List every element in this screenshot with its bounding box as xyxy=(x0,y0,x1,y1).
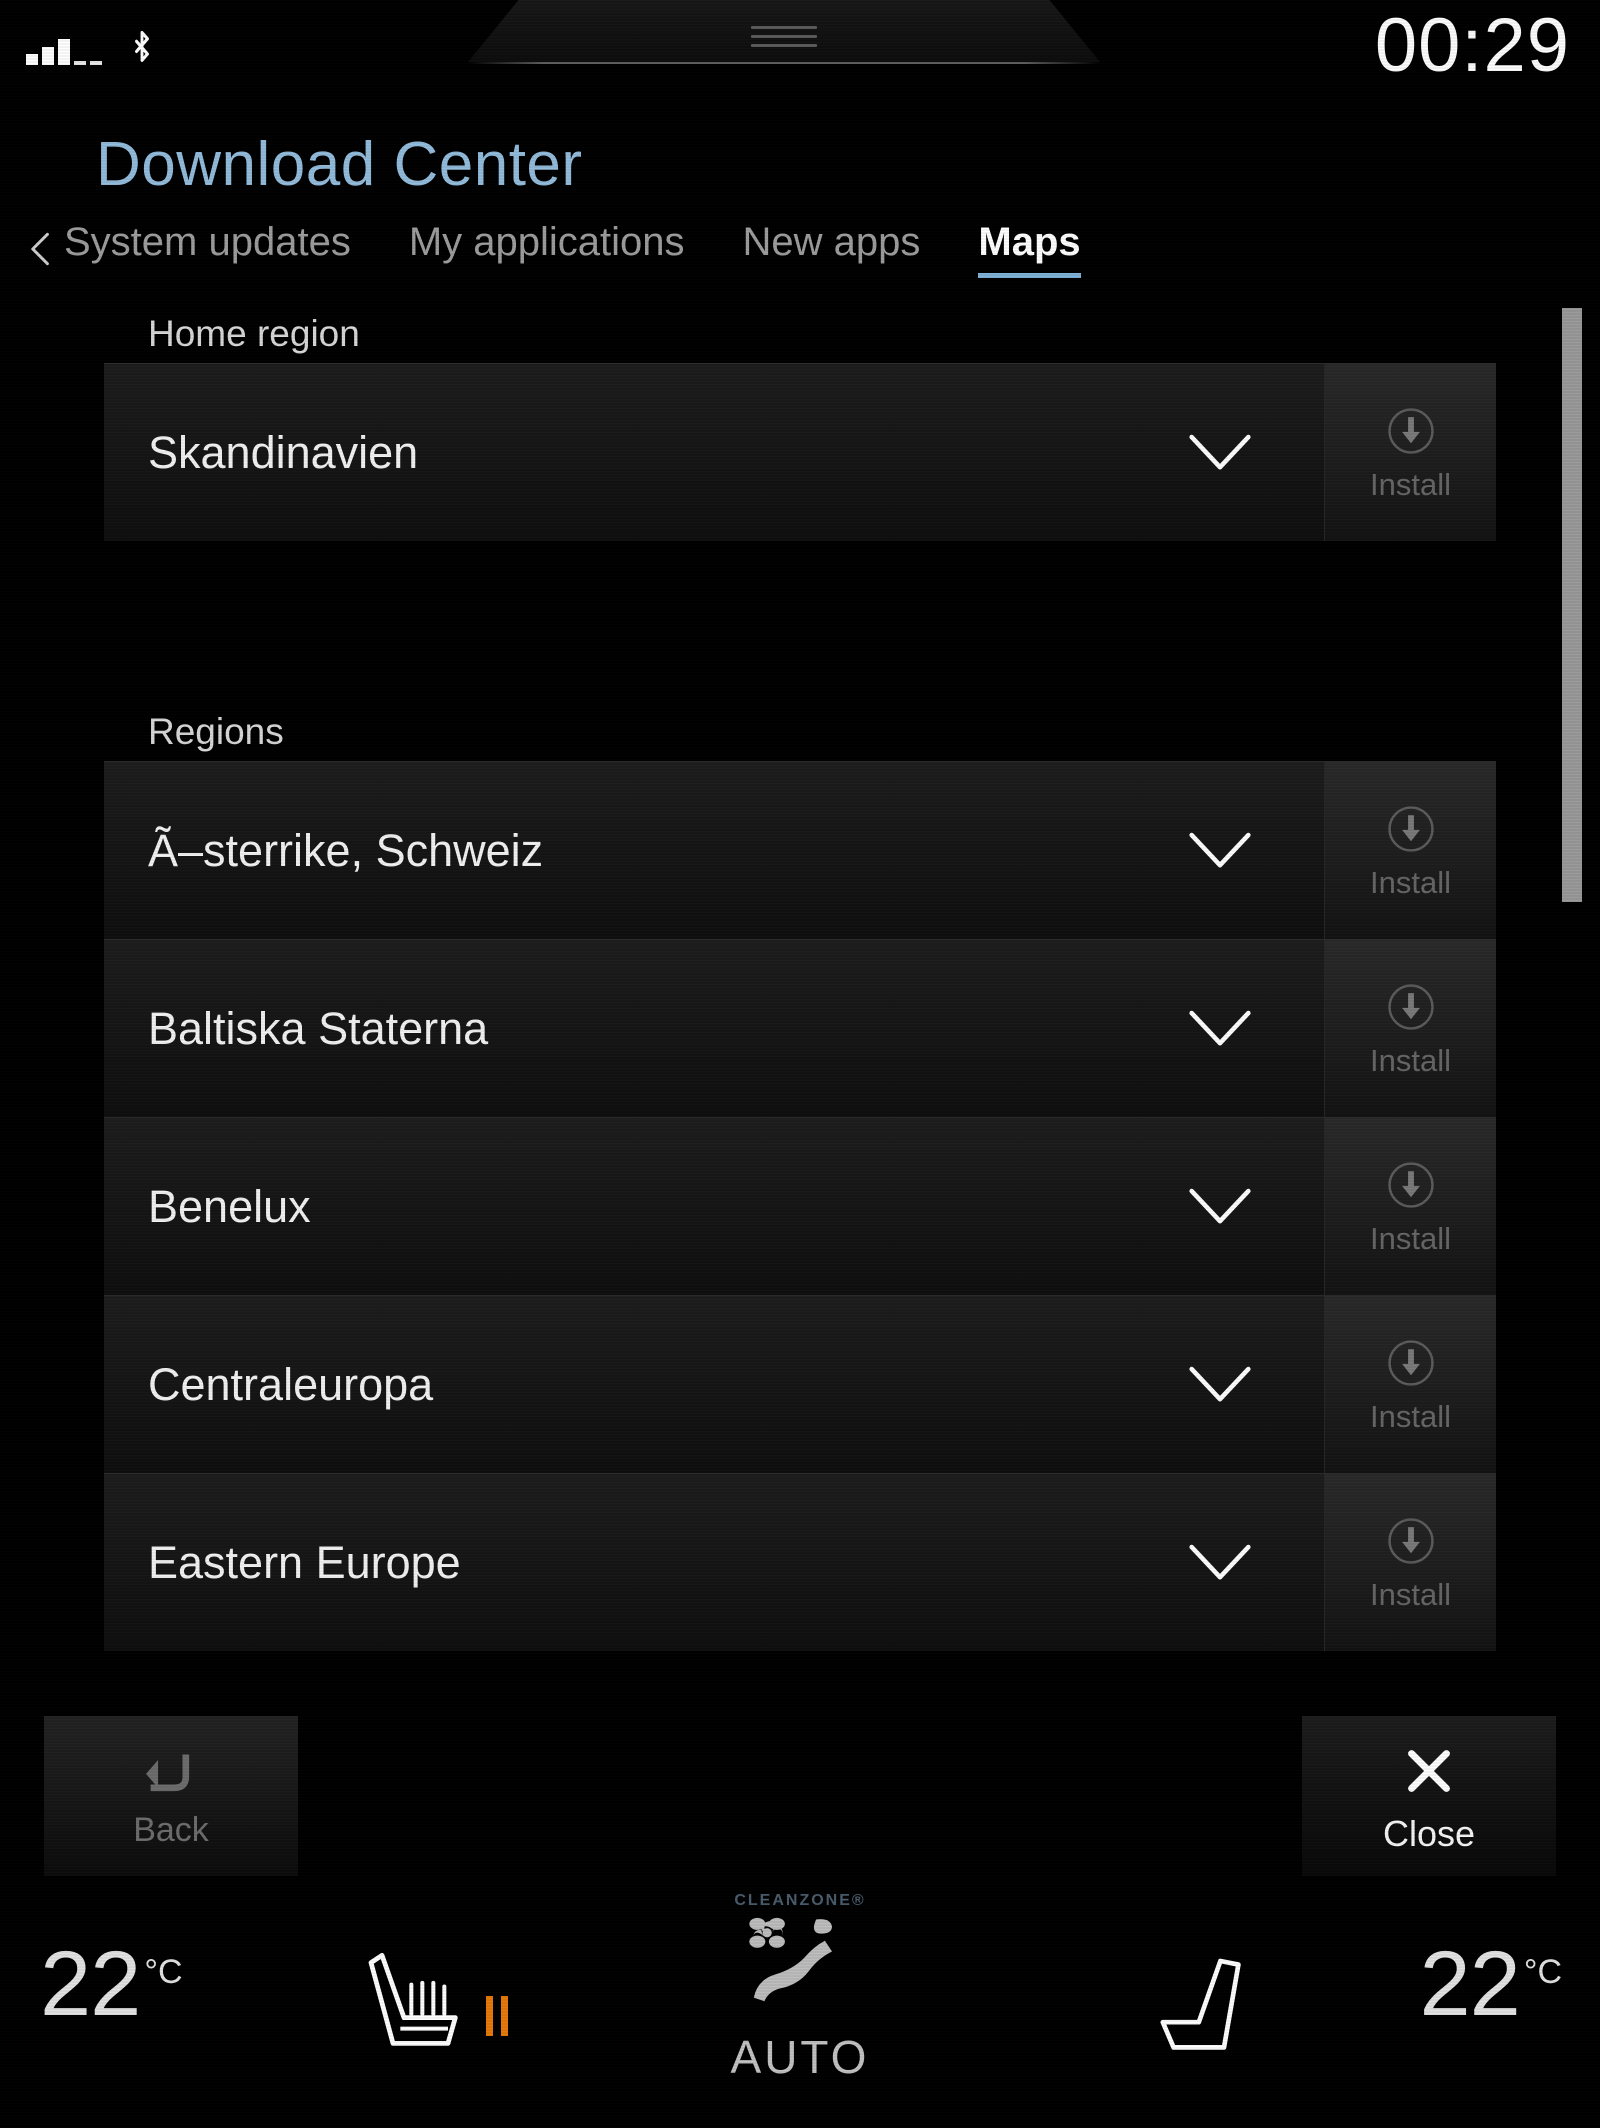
tab-my-applications[interactable]: My applications xyxy=(409,220,685,272)
right-temperature-value: 22 xyxy=(1419,1933,1521,2035)
cleanzone-brand-label: CLEANZONE® xyxy=(734,1892,866,1909)
return-arrow-icon xyxy=(146,1754,190,1792)
pulldown-handle-icon[interactable] xyxy=(468,0,1100,62)
close-button-label: Close xyxy=(1382,1813,1476,1854)
install-label: Install xyxy=(1370,467,1451,502)
chevron-down-icon[interactable] xyxy=(1184,828,1256,874)
tab-maps[interactable]: Maps xyxy=(978,220,1081,278)
tab-new-apps[interactable]: New apps xyxy=(743,220,921,272)
chevron-down-icon[interactable] xyxy=(1184,1184,1256,1230)
scrollbar-track[interactable] xyxy=(1562,300,1582,1692)
download-circle-icon xyxy=(1387,408,1434,454)
pulldown-underline xyxy=(468,62,1100,64)
region-name: Benelux xyxy=(148,1180,311,1232)
right-seat-control[interactable] xyxy=(1152,1950,1260,2067)
page-title: Download Center xyxy=(96,130,583,199)
section-label-home-region: Home region xyxy=(148,313,360,354)
maps-region-list: Home region Skandinavien Install Regions… xyxy=(0,300,1600,1692)
bluetooth-icon xyxy=(128,21,156,65)
clock: 00:29 xyxy=(1374,3,1570,88)
scrollbar-thumb[interactable] xyxy=(1562,308,1582,902)
install-label: Install xyxy=(1370,1399,1451,1434)
chevron-down-icon[interactable] xyxy=(1184,430,1256,476)
tab-system-updates[interactable]: System updates xyxy=(64,220,351,272)
install-button[interactable]: Install xyxy=(1324,364,1496,541)
chevron-down-icon[interactable] xyxy=(1184,1362,1256,1408)
close-x-icon xyxy=(1408,1750,1450,1792)
right-temperature[interactable]: 22 °C xyxy=(1420,1938,1563,2030)
seat-icon xyxy=(1160,1958,1241,2050)
heated-seat-icon xyxy=(368,1952,458,2046)
chevron-down-icon[interactable] xyxy=(1184,1540,1256,1586)
region-name: Baltiska Staterna xyxy=(148,1002,489,1054)
install-button[interactable]: Install xyxy=(1324,1296,1496,1473)
install-button[interactable]: Install xyxy=(1324,940,1496,1117)
signal-bars-icon xyxy=(26,35,102,65)
chevron-left-icon[interactable] xyxy=(18,226,64,272)
left-temperature-value: 22 xyxy=(40,1933,141,2035)
install-label: Install xyxy=(1370,1221,1451,1256)
install-button[interactable]: Install xyxy=(1324,1118,1496,1295)
region-row-skandinavien[interactable]: Skandinavien Install xyxy=(104,363,1496,541)
install-button[interactable]: Install xyxy=(1324,762,1496,939)
download-circle-icon xyxy=(1387,1518,1434,1564)
left-temperature[interactable]: 22 °C xyxy=(40,1938,183,2030)
region-name: Skandinavien xyxy=(148,426,419,478)
region-row-benelux[interactable]: Benelux Install xyxy=(104,1117,1496,1295)
region-row-osterrike-schweiz[interactable]: Ã–sterrike, Schweiz Install xyxy=(104,761,1496,939)
region-row-centraleuropa[interactable]: Centraleuropa Install xyxy=(104,1295,1496,1473)
climate-bar: 22 °C CLEANZONE® AUTO 22 °C xyxy=(0,1892,1600,2128)
bottom-navigation-bar: Back Close xyxy=(0,1692,1600,1892)
install-label: Install xyxy=(1370,865,1451,900)
chevron-down-icon[interactable] xyxy=(1184,1006,1256,1052)
download-circle-icon xyxy=(1387,984,1434,1030)
install-label: Install xyxy=(1370,1577,1451,1612)
cleanzone-climate-control[interactable]: CLEANZONE® AUTO xyxy=(670,1892,930,2080)
download-circle-icon xyxy=(1387,1340,1434,1386)
close-button[interactable]: Close xyxy=(1302,1716,1556,1876)
page-header: Download Center System updates My applic… xyxy=(0,118,1600,300)
back-button-label: Back xyxy=(133,1811,209,1849)
left-heated-seat-control[interactable] xyxy=(360,1944,508,2062)
status-bar: 00:29 xyxy=(0,0,1600,118)
fan-airflow-seat-icon xyxy=(749,1917,832,2002)
region-name: Centraleuropa xyxy=(148,1358,434,1410)
install-label: Install xyxy=(1370,1043,1451,1078)
download-circle-icon xyxy=(1387,1162,1434,1208)
download-circle-icon xyxy=(1387,806,1434,852)
pulldown-handle-lines xyxy=(751,26,817,53)
infotainment-screen: 00:29 Download Center System updates My … xyxy=(0,0,1600,2128)
heated-seat-level-indicator xyxy=(486,1996,508,2062)
tab-bar: System updates My applications New apps … xyxy=(0,220,1600,300)
install-button[interactable]: Install xyxy=(1324,1474,1496,1651)
auto-label: AUTO xyxy=(730,2031,870,2083)
region-row-eastern-europe[interactable]: Eastern Europe Install xyxy=(104,1473,1496,1651)
region-row-baltiska-staterna[interactable]: Baltiska Staterna Install xyxy=(104,939,1496,1117)
left-temperature-unit: °C xyxy=(144,1953,183,1992)
section-label-regions: Regions xyxy=(148,711,284,752)
back-button[interactable]: Back xyxy=(44,1716,298,1876)
region-name: Ã–sterrike, Schweiz xyxy=(148,824,544,876)
right-temperature-unit: °C xyxy=(1523,1953,1562,1992)
region-name: Eastern Europe xyxy=(148,1536,461,1588)
